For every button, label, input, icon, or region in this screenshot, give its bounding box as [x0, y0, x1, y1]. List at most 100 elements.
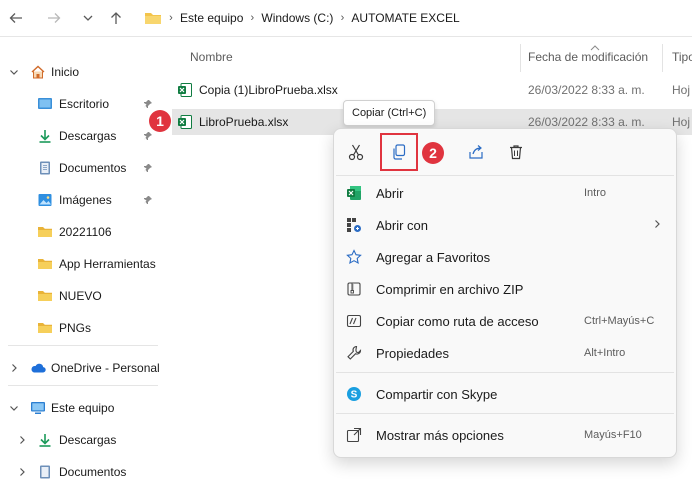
column-header-type[interactable]: Tipo	[672, 50, 692, 64]
menu-item-copy-path[interactable]: Copiar como ruta de acceso Ctrl+Mayús+C	[334, 306, 676, 336]
sidebar-item-downloads[interactable]: Descargas	[0, 427, 166, 453]
chevron-right-icon[interactable]	[8, 362, 20, 374]
sidebar-item-folder[interactable]: 20221106	[0, 219, 166, 245]
breadcrumb-automate-excel[interactable]: AUTOMATE EXCEL	[351, 11, 459, 25]
sidebar-item-label: Descargas	[59, 433, 117, 447]
breadcrumb-windows-c[interactable]: Windows (C:)	[261, 11, 333, 25]
file-row[interactable]: Copia (1)LibroPrueba.xlsx 26/03/2022 8:3…	[172, 77, 692, 103]
menu-item-properties[interactable]: Propiedades Alt+Intro	[334, 338, 676, 368]
file-name: LibroPrueba.xlsx	[199, 115, 289, 129]
download-icon	[37, 128, 53, 144]
pin-icon[interactable]	[142, 194, 154, 206]
menu-divider	[336, 413, 674, 414]
sidebar-item-label: Imágenes	[59, 193, 112, 207]
sidebar-item-onedrive[interactable]: OneDrive - Personal	[0, 355, 166, 381]
up-button[interactable]	[104, 6, 128, 30]
sidebar-item-documents[interactable]: Documentos	[0, 155, 166, 181]
sidebar-item-label: Inicio	[51, 65, 80, 79]
excel-file-icon	[178, 83, 192, 97]
menu-item-shortcut: Mayús+F10	[584, 429, 642, 441]
file-name: Copia (1)LibroPrueba.xlsx	[199, 83, 338, 97]
pictures-icon	[37, 192, 53, 208]
menu-item-open-with[interactable]: Abrir con	[334, 210, 676, 240]
pin-icon[interactable]	[142, 130, 154, 142]
excel-icon	[346, 185, 362, 201]
forward-arrow-icon	[48, 13, 61, 23]
cut-button[interactable]	[338, 137, 374, 167]
share-button[interactable]	[458, 137, 494, 167]
back-button[interactable]	[4, 6, 28, 30]
back-arrow-icon	[9, 13, 22, 23]
download-icon	[37, 432, 53, 448]
sidebar-item-folder[interactable]: NUEVO	[0, 283, 166, 309]
pin-icon[interactable]	[142, 162, 154, 174]
copy-tooltip: Copiar (Ctrl+C)	[343, 100, 436, 126]
chevron-right-icon[interactable]	[16, 434, 28, 446]
sidebar-item-desktop[interactable]: Escritorio	[0, 91, 166, 117]
menu-item-open[interactable]: Abrir Intro	[334, 178, 676, 208]
sidebar-item-label: Documentos	[59, 161, 127, 175]
sidebar-item-folder[interactable]: App Herramientas	[0, 251, 166, 277]
share-icon	[469, 145, 483, 159]
delete-button[interactable]	[498, 137, 534, 167]
menu-divider	[336, 372, 674, 373]
chevron-down-icon[interactable]	[8, 402, 20, 414]
open-with-icon	[346, 217, 362, 233]
folder-icon	[37, 288, 53, 304]
svg-text:S: S	[351, 390, 358, 401]
path-icon	[346, 313, 362, 329]
chevron-right-icon[interactable]	[16, 466, 28, 478]
sidebar-divider	[8, 345, 158, 346]
home-icon	[30, 64, 46, 80]
sidebar-item-folder[interactable]: PNGs	[0, 315, 166, 341]
step-badge-1: 1	[149, 110, 171, 132]
recent-locations-button[interactable]	[76, 6, 100, 30]
pin-icon[interactable]	[142, 98, 154, 110]
folder-icon	[37, 320, 53, 336]
documents-icon	[37, 464, 53, 480]
skype-icon: S	[346, 386, 362, 402]
menu-item-label: Copiar como ruta de acceso	[376, 314, 539, 329]
column-header-date[interactable]: Fecha de modificación	[528, 50, 648, 64]
menu-item-label: Propiedades	[376, 346, 449, 361]
breadcrumb-separator: ›	[250, 12, 255, 24]
sidebar-item-documents[interactable]: Documentos	[0, 459, 166, 485]
menu-item-more-options[interactable]: Mostrar más opciones Mayús+F10	[334, 420, 676, 450]
address-bar[interactable]: › Este equipo › Windows (C:) › AUTOMATE …	[138, 4, 692, 32]
sidebar-item-label: 20221106	[59, 225, 112, 239]
folder-icon	[37, 256, 53, 272]
sidebar-item-label: OneDrive - Personal	[51, 361, 160, 375]
breadcrumb-this-pc[interactable]: Este equipo	[180, 11, 243, 25]
desktop-icon	[37, 96, 53, 112]
menu-item-shortcut: Alt+Intro	[584, 347, 626, 359]
menu-item-compress-zip[interactable]: Comprimir en archivo ZIP	[334, 274, 676, 304]
file-date: 26/03/2022 8:33 a. m.	[528, 83, 645, 97]
column-header-name[interactable]: Nombre	[190, 50, 233, 64]
sidebar-item-label: Escritorio	[59, 97, 110, 111]
menu-item-add-favorites[interactable]: Agregar a Favoritos	[334, 242, 676, 272]
documents-icon	[37, 160, 53, 176]
cut-icon	[348, 144, 364, 161]
cloud-icon	[30, 360, 46, 376]
sidebar-item-label: NUEVO	[59, 289, 102, 303]
chevron-down-icon[interactable]	[8, 66, 20, 78]
sidebar-item-this-pc[interactable]: Este equipo	[0, 395, 166, 421]
up-arrow-icon	[111, 12, 121, 24]
sidebar-item-downloads[interactable]: Descargas	[0, 123, 166, 149]
breadcrumb-separator: ›	[340, 12, 345, 24]
step-badge-2: 2	[422, 142, 444, 164]
excel-file-icon	[178, 115, 192, 129]
tooltip-text: Copiar (Ctrl+C)	[352, 107, 427, 119]
column-divider[interactable]	[662, 44, 663, 72]
column-divider[interactable]	[520, 44, 521, 72]
menu-item-label: Abrir con	[376, 218, 429, 233]
sidebar-item-pictures[interactable]: Imágenes	[0, 187, 166, 213]
toolbar-divider	[0, 36, 692, 37]
menu-item-share-skype[interactable]: S Compartir con Skype	[334, 379, 676, 409]
forward-button[interactable]	[42, 6, 66, 30]
menu-item-shortcut: Ctrl+Mayús+C	[584, 315, 655, 327]
sidebar-item-home[interactable]: Inicio	[0, 59, 166, 85]
star-icon	[346, 249, 362, 265]
menu-item-label: Compartir con Skype	[376, 387, 498, 402]
computer-icon	[30, 400, 46, 416]
